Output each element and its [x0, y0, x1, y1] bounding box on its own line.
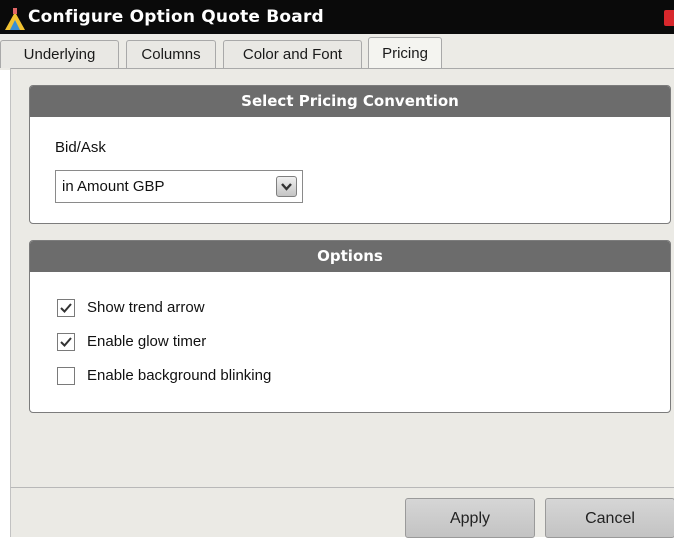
show-trend-arrow-label: Show trend arrow [87, 299, 205, 316]
tab-columns[interactable]: Columns [126, 40, 216, 68]
cancel-button[interactable]: Cancel [545, 498, 674, 538]
chevron-down-icon [281, 183, 292, 191]
checkmark-icon [60, 303, 72, 313]
enable-glow-timer-checkbox[interactable] [57, 333, 75, 351]
bid-ask-label: Bid/Ask [55, 139, 106, 156]
app-icon [5, 8, 25, 30]
window-title: Configure Option Quote Board [28, 7, 324, 27]
options-group: Options Show trend arrow Enable glow tim… [29, 240, 671, 413]
dialog-footer: Apply Cancel [10, 487, 674, 538]
tab-bar: Underlying Columns Color and Font Pricin… [0, 34, 674, 70]
tab-underlying[interactable]: Underlying [0, 40, 119, 68]
enable-background-blinking-label: Enable background blinking [87, 367, 272, 384]
options-header: Options [30, 241, 670, 272]
close-button[interactable] [664, 10, 674, 26]
configure-dialog: Configure Option Quote Board Underlying … [0, 0, 674, 538]
tab-color-and-font[interactable]: Color and Font [223, 40, 362, 68]
enable-glow-timer-label: Enable glow timer [87, 333, 207, 350]
pricing-tab-panel: Select Pricing Convention Bid/Ask in Amo… [10, 68, 674, 487]
title-bar[interactable]: Configure Option Quote Board [0, 0, 674, 34]
show-trend-arrow-checkbox[interactable] [57, 299, 75, 317]
apply-button[interactable]: Apply [405, 498, 535, 538]
enable-background-blinking-checkbox[interactable] [57, 367, 75, 385]
checkmark-icon [60, 337, 72, 347]
dropdown-button[interactable] [276, 176, 297, 197]
pricing-convention-group: Select Pricing Convention Bid/Ask in Amo… [29, 85, 671, 224]
pricing-convention-select[interactable]: in Amount GBP [55, 170, 303, 203]
tab-pricing[interactable]: Pricing [368, 37, 442, 69]
pricing-convention-header: Select Pricing Convention [30, 86, 670, 117]
pricing-select-value: in Amount GBP [62, 178, 165, 195]
